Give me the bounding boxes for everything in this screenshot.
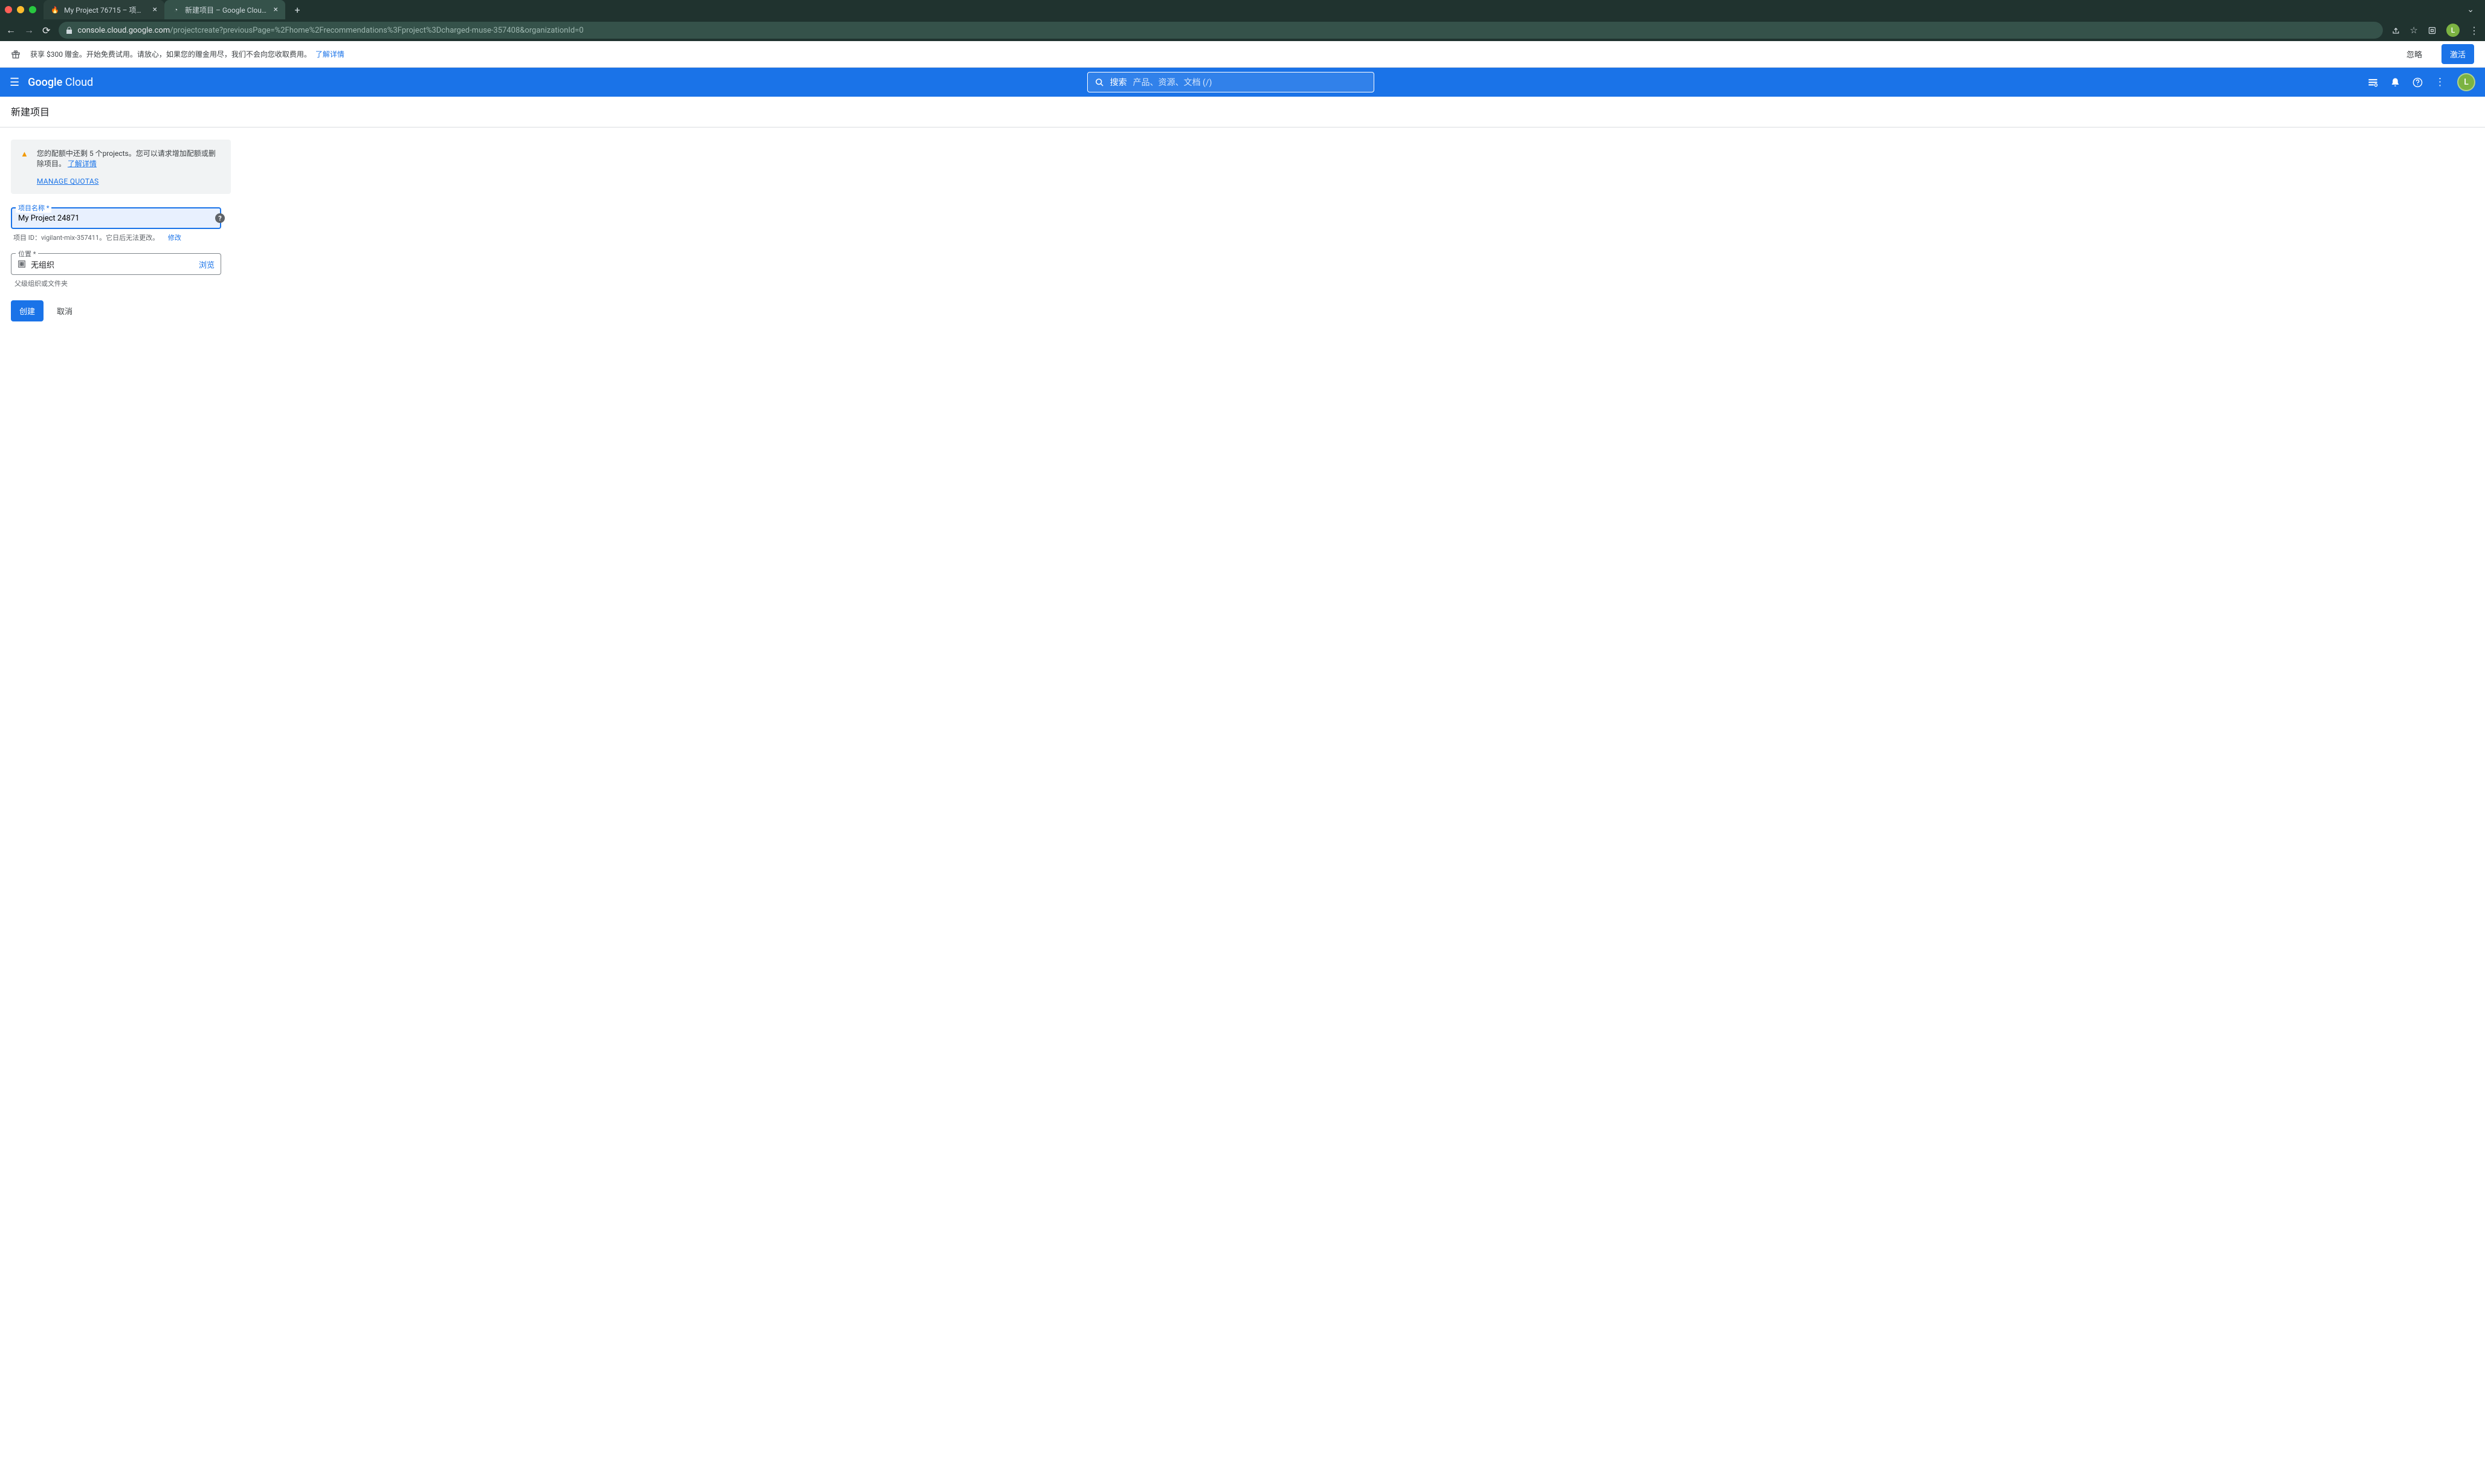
form-actions: 创建 取消 <box>11 300 231 321</box>
page-title: 新建项目 <box>0 97 2485 127</box>
organization-icon <box>18 260 26 268</box>
tab-close-icon[interactable]: × <box>274 5 278 15</box>
tab-title: 新建项目 – Google Cloud Cons… <box>185 5 269 15</box>
address-bar-icons: ☆ L ⋮ <box>2391 24 2479 37</box>
browse-location-button[interactable]: 浏览 <box>199 259 215 270</box>
gift-icon <box>11 50 21 59</box>
location-input[interactable]: 无组织 浏览 <box>11 253 221 275</box>
edit-project-id-link[interactable]: 修改 <box>168 234 181 242</box>
search-box[interactable]: 搜索 产品、资源、文档 (/) <box>1087 72 1374 92</box>
share-icon[interactable] <box>2391 26 2400 35</box>
nav-forward-icon: → <box>24 24 34 36</box>
create-button[interactable]: 创建 <box>11 300 44 321</box>
promo-learn-more-link[interactable]: 了解详情 <box>315 50 344 59</box>
header-icons: ⋮ L <box>2368 73 2475 91</box>
browser-tab-1[interactable]: ◔ 新建项目 – Google Cloud Cons… × <box>164 0 285 19</box>
location-label: 位置 * <box>16 249 38 259</box>
project-name-label: 项目名称 * <box>16 203 51 213</box>
tab-favicon-icon: 🔥 <box>51 5 59 14</box>
nav-reload-icon[interactable]: ⟳ <box>42 25 50 36</box>
new-tab-button[interactable]: + <box>290 4 305 16</box>
hamburger-menu-icon[interactable]: ☰ <box>10 76 19 89</box>
window-close-icon[interactable] <box>5 6 12 13</box>
promo-activate-button[interactable]: 激活 <box>2441 44 2474 64</box>
search-label: 搜索 <box>1110 76 1127 88</box>
project-id-helper: 项目 ID：vigilant-mix-357411。它日后无法更改。 修改 <box>13 233 231 242</box>
location-value: 无组织 <box>31 259 199 270</box>
location-helper-text: 父级组织或文件夹 <box>15 279 231 288</box>
search-icon <box>1095 78 1104 87</box>
more-menu-icon[interactable]: ⋮ <box>2435 76 2445 88</box>
manage-quotas-link[interactable]: MANAGE QUOTAS <box>37 177 221 186</box>
browser-chrome: 🔥 My Project 76715 – 项目设置 – … × ◔ 新建项目 –… <box>0 0 2485 41</box>
browser-menu-icon[interactable]: ⋮ <box>2469 25 2479 36</box>
quota-learn-more-link[interactable]: 了解详情 <box>68 160 97 168</box>
tab-overflow-icon[interactable]: ⌄ <box>2461 5 2480 15</box>
search-placeholder: 产品、资源、文档 (/) <box>1133 76 1212 88</box>
nav-back-icon[interactable]: ← <box>6 24 16 36</box>
promo-dismiss-button[interactable]: 忽略 <box>2406 48 2422 60</box>
window-controls <box>5 6 36 13</box>
warning-icon: ▲ <box>21 149 28 186</box>
address-bar: ← → ⟳ console.cloud.google.com/projectcr… <box>0 19 2485 41</box>
account-avatar-icon[interactable]: L <box>2457 73 2475 91</box>
tab-title: My Project 76715 – 项目设置 – … <box>64 5 148 15</box>
field-help-icon[interactable]: ? <box>215 213 225 223</box>
tab-bar: 🔥 My Project 76715 – 项目设置 – … × ◔ 新建项目 –… <box>0 0 2485 19</box>
tab-favicon-icon: ◔ <box>172 5 180 14</box>
gcp-header: ☰ Google Cloud 搜索 产品、资源、文档 (/) ⋮ L <box>0 68 2485 97</box>
url-field[interactable]: console.cloud.google.com/projectcreate?p… <box>59 22 2382 39</box>
create-project-form: ▲ 您的配额中还剩 5 个projects。您可以请求增加配额或删除项目。 了解… <box>0 127 242 334</box>
window-minimize-icon[interactable] <box>17 6 24 13</box>
bookmark-star-icon[interactable]: ☆ <box>2410 25 2418 36</box>
help-icon[interactable] <box>2412 77 2423 88</box>
extensions-icon[interactable] <box>2428 26 2437 35</box>
google-cloud-logo[interactable]: Google Cloud <box>28 76 93 89</box>
console-icon[interactable] <box>2368 77 2378 88</box>
notifications-icon[interactable] <box>2390 77 2400 88</box>
cancel-button[interactable]: 取消 <box>51 300 79 321</box>
location-field-group: 位置 * 无组织 浏览 <box>11 253 231 275</box>
tab-close-icon[interactable]: × <box>153 5 157 15</box>
lock-icon <box>66 27 73 34</box>
window-maximize-icon[interactable] <box>29 6 36 13</box>
quota-alert: ▲ 您的配额中还剩 5 个projects。您可以请求增加配额或删除项目。 了解… <box>11 140 231 194</box>
project-name-field-group: 项目名称 * ? <box>11 207 231 229</box>
url-domain: console.cloud.google.com/projectcreate?p… <box>77 26 583 35</box>
free-trial-promo-bar: 获享 $300 赠金。开始免费试用。请放心，如果您的赠金用尽，我们不会向您收取费… <box>0 41 2485 68</box>
profile-avatar-icon[interactable]: L <box>2446 24 2460 37</box>
promo-text: 获享 $300 赠金。开始免费试用。请放心，如果您的赠金用尽，我们不会向您收取费… <box>30 49 344 59</box>
quota-text: 您的配额中还剩 5 个projects。您可以请求增加配额或删除项目。 <box>37 149 216 168</box>
browser-tab-0[interactable]: 🔥 My Project 76715 – 项目设置 – … × <box>44 0 164 19</box>
